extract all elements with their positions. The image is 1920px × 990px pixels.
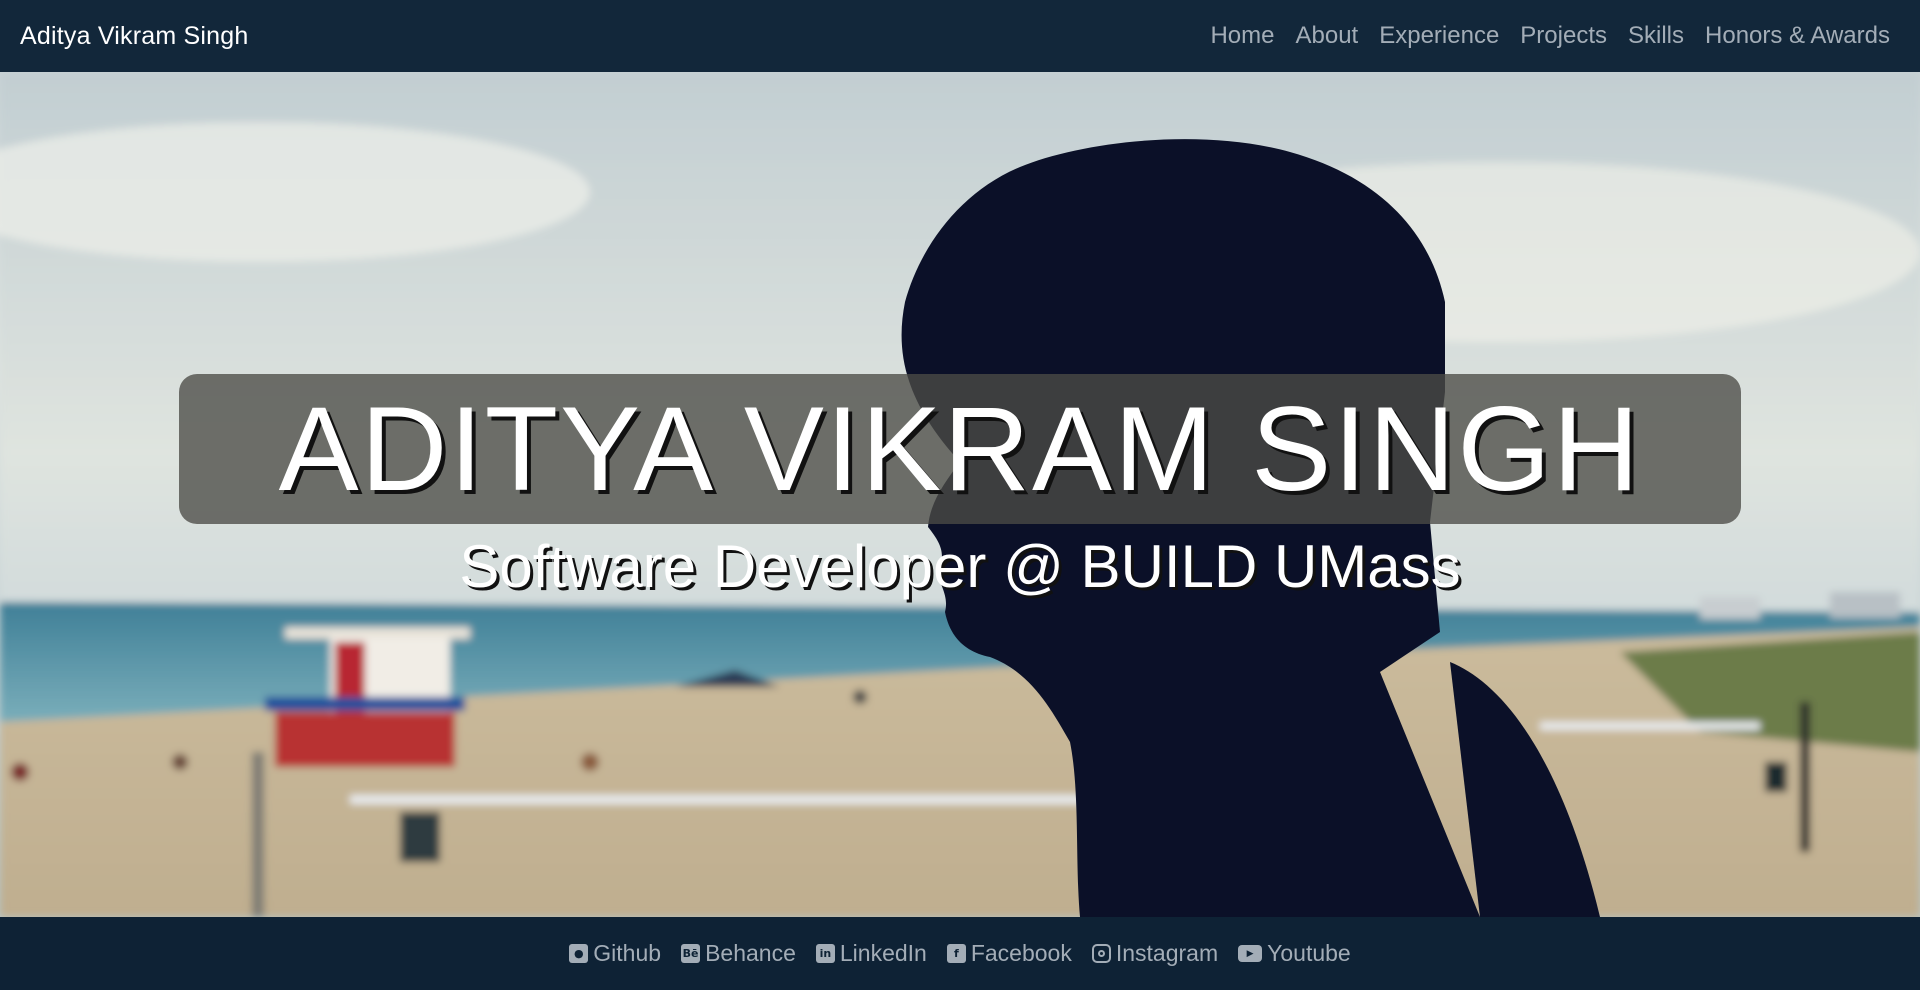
top-navbar: Aditya Vikram Singh Home About Experienc… (0, 0, 1920, 72)
nav-link-honors-awards[interactable]: Honors & Awards (1705, 22, 1890, 50)
nav-link-experience[interactable]: Experience (1379, 22, 1499, 50)
nav-link-about[interactable]: About (1296, 22, 1359, 50)
hero-title: ADITYA VIKRAM SINGH (278, 382, 1642, 516)
social-link-facebook[interactable]: f Facebook (946, 940, 1072, 967)
facebook-icon: f (946, 944, 966, 963)
social-footer: ● Github Bē Behance in LinkedIn f Facebo… (0, 917, 1920, 990)
instagram-icon (1091, 944, 1111, 963)
hero-section: ADITYA VIKRAM SINGH Software Developer @… (0, 72, 1920, 917)
youtube-icon: ▶ (1238, 945, 1263, 962)
social-link-label: LinkedIn (839, 940, 927, 966)
social-link-label: Behance (705, 940, 796, 966)
social-link-label: Github (593, 940, 662, 966)
hero-subtitle: Software Developer @ BUILD UMass (459, 533, 1461, 600)
github-icon: ● (569, 944, 589, 963)
behance-icon: Bē (681, 944, 701, 963)
nav-link-projects[interactable]: Projects (1520, 22, 1607, 50)
social-link-linkedin[interactable]: in LinkedIn (815, 940, 927, 967)
social-link-instagram[interactable]: Instagram (1091, 940, 1219, 967)
nav-links: Home About Experience Projects Skills Ho… (1189, 22, 1890, 50)
hero-title-box: ADITYA VIKRAM SINGH (179, 374, 1741, 524)
social-link-label: Instagram (1115, 940, 1219, 966)
linkedin-icon: in (815, 944, 835, 963)
social-link-label: Facebook (970, 940, 1072, 966)
social-link-behance[interactable]: Bē Behance (681, 940, 796, 967)
social-link-github[interactable]: ● Github (569, 940, 661, 967)
social-link-label: Youtube (1267, 940, 1351, 966)
nav-link-skills[interactable]: Skills (1628, 22, 1684, 50)
nav-link-home[interactable]: Home (1210, 22, 1274, 50)
brand-link[interactable]: Aditya Vikram Singh (20, 22, 248, 51)
social-link-youtube[interactable]: ▶ Youtube (1238, 940, 1351, 967)
